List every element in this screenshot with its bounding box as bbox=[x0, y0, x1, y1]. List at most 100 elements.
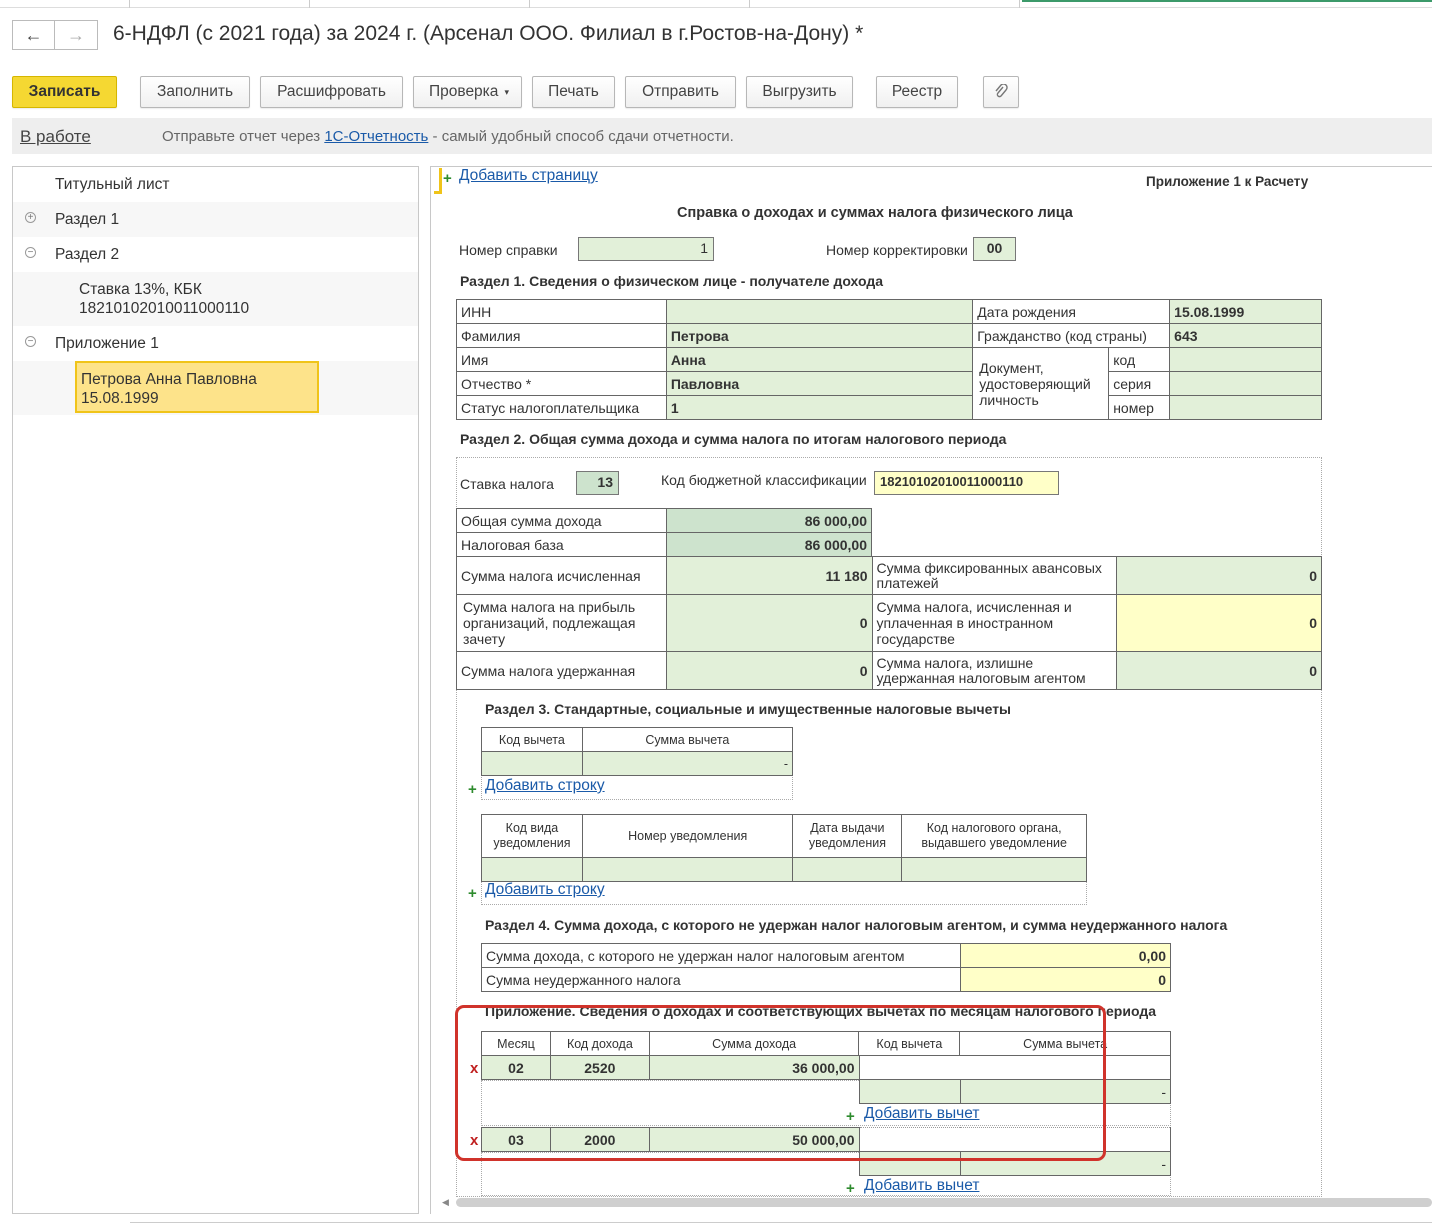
check-dropdown-button[interactable]: Проверка ▾ bbox=[413, 76, 522, 108]
forward-icon[interactable]: → bbox=[55, 20, 98, 50]
tab[interactable] bbox=[750, 0, 1020, 8]
fixed-advance-field[interactable]: 0 bbox=[1116, 556, 1322, 595]
correction-number-field[interactable]: 00 bbox=[973, 237, 1016, 261]
total-income-field[interactable]: 86 000,00 bbox=[665, 508, 873, 533]
total-income-label: Общая сумма дохода bbox=[456, 508, 667, 533]
tax-rate-field[interactable]: 13 bbox=[576, 471, 619, 495]
surname-field[interactable]: Петрова bbox=[665, 323, 974, 348]
notice-number-cell[interactable] bbox=[581, 857, 794, 882]
export-button[interactable]: Выгрузить bbox=[746, 76, 853, 108]
status-message-suffix: - самый удобный способ сдачи отчетности. bbox=[428, 128, 734, 145]
fill-button[interactable]: Заполнить bbox=[140, 76, 250, 108]
doc-number-label: номер bbox=[1108, 395, 1171, 420]
tab[interactable] bbox=[130, 0, 310, 8]
notheld-income-field[interactable]: 0,00 bbox=[960, 943, 1171, 968]
tax-rate-label: Ставка налога bbox=[460, 476, 554, 492]
name-field[interactable]: Анна bbox=[665, 347, 974, 372]
horizontal-scrollbar[interactable] bbox=[456, 1198, 1432, 1207]
tax-withheld-field[interactable]: 0 bbox=[665, 651, 873, 690]
notice-kind-cell[interactable] bbox=[481, 857, 583, 882]
navigation-buttons: ← → bbox=[12, 20, 98, 50]
send-button[interactable]: Отправить bbox=[625, 76, 736, 108]
tree-item-person-selected[interactable]: Петрова Анна Павловна 15.08.1999 bbox=[75, 361, 319, 413]
doc-series-field[interactable] bbox=[1169, 371, 1322, 396]
attachment-button[interactable] bbox=[983, 76, 1019, 108]
save-button[interactable]: Записать bbox=[12, 76, 117, 108]
inn-field[interactable] bbox=[665, 299, 974, 324]
tree-item-label: 15.08.1999 bbox=[81, 390, 159, 407]
tax-base-field[interactable]: 86 000,00 bbox=[665, 532, 873, 557]
notheld-income-label: Сумма дохода, с которого не удержан нало… bbox=[480, 943, 962, 968]
citizenship-field[interactable]: 643 bbox=[1169, 323, 1322, 348]
foreign-tax-field[interactable]: 0 bbox=[1116, 594, 1322, 652]
page-corner-marker bbox=[434, 168, 442, 194]
name-label: Имя bbox=[456, 347, 667, 372]
patronymic-field[interactable]: Павловна bbox=[665, 371, 974, 396]
notice-tax-office-cell[interactable] bbox=[901, 857, 1087, 882]
decode-button[interactable]: Расшифровать bbox=[260, 76, 403, 108]
registry-button[interactable]: Реестр bbox=[876, 76, 958, 108]
profit-tax-offset-field[interactable]: 0 bbox=[665, 594, 873, 652]
kbk-field[interactable]: 18210102010011000110 bbox=[874, 471, 1059, 495]
paperclip-icon bbox=[995, 84, 1008, 98]
patronymic-label: Отчество * bbox=[456, 371, 667, 396]
cert-number-field[interactable]: 1 bbox=[578, 237, 714, 261]
back-icon[interactable]: ← bbox=[12, 20, 55, 50]
tax-withheld-label: Сумма налога удержанная bbox=[456, 651, 667, 690]
doc-number-field[interactable] bbox=[1169, 395, 1322, 420]
collapse-icon[interactable]: − bbox=[25, 247, 36, 258]
deduction-sum-cell[interactable]: - bbox=[581, 751, 794, 776]
section1-title: Раздел 1. Сведения о физическом лице - п… bbox=[460, 273, 884, 289]
deduction-code-cell[interactable] bbox=[481, 751, 583, 776]
tree-item-section2[interactable]: − Раздел 2 bbox=[13, 237, 418, 272]
notheld-tax-label: Сумма неудержанного налога bbox=[480, 967, 962, 992]
form-heading: Справка о доходах и суммах налога физиче… bbox=[677, 205, 1073, 221]
notice-number-header: Номер уведомления bbox=[581, 814, 794, 858]
window-title: 6-НДФЛ (с 2021 года) за 2024 г. (Арсенал… bbox=[113, 22, 864, 45]
tax-calculated-field[interactable]: 11 180 bbox=[665, 556, 873, 595]
1c-reporting-link[interactable]: 1С-Отчетность bbox=[324, 128, 428, 145]
income-table: Общая сумма дохода 86 000,00 Налоговая ба… bbox=[456, 508, 873, 557]
tax-base-label: Налоговая база bbox=[456, 532, 667, 557]
add-notice-row-link[interactable]: Добавить строку bbox=[485, 881, 605, 899]
scroll-left-icon[interactable]: ◀ bbox=[442, 1197, 449, 1208]
sections-tree: Титульный лист + Раздел 1 − Раздел 2 Ставк… bbox=[12, 166, 419, 1214]
tree-item-title-sheet[interactable]: Титульный лист bbox=[13, 167, 418, 202]
doc-code-field[interactable] bbox=[1169, 347, 1322, 372]
taxpayer-status-label: Статус налогоплательщика bbox=[456, 395, 667, 420]
notice-date-cell[interactable] bbox=[792, 857, 903, 882]
tab-strip bbox=[0, 0, 1432, 8]
tree-item-section1[interactable]: + Раздел 1 bbox=[13, 202, 418, 237]
tax-excess-withheld-field[interactable]: 0 bbox=[1116, 651, 1322, 690]
section3-title: Раздел 3. Стандартные, социальные и имущ… bbox=[485, 701, 1012, 717]
tree-item-rate-kbk[interactable]: Ставка 13%, КБК 18210102010011000110 bbox=[13, 272, 418, 326]
notices-table: Код вида уведомления Номер уведомления Дат… bbox=[481, 814, 1087, 882]
taxpayer-status-field[interactable]: 1 bbox=[665, 395, 974, 420]
doc-series-label: серия bbox=[1108, 371, 1171, 396]
doc-code-label: код bbox=[1108, 347, 1171, 372]
print-button[interactable]: Печать bbox=[532, 76, 615, 108]
tax-excess-withheld-label: Сумма налога, излишне удержанная налогов… bbox=[871, 651, 1118, 690]
id-document-label: Документ, удостоверяющий личность bbox=[972, 347, 1110, 420]
tree-item-appendix1[interactable]: − Приложение 1 bbox=[13, 326, 418, 361]
status-state-link[interactable]: В работе bbox=[20, 127, 91, 147]
tab[interactable] bbox=[530, 0, 750, 8]
expand-icon[interactable]: + bbox=[25, 212, 36, 223]
add-icon: + bbox=[468, 781, 477, 798]
correction-number-label: Номер корректировки bbox=[826, 242, 968, 258]
add-icon: + bbox=[443, 170, 452, 187]
tree-item-label: Петрова Анна Павловна bbox=[81, 371, 257, 388]
tab[interactable] bbox=[0, 0, 130, 8]
add-page-link[interactable]: Добавить страницу bbox=[459, 167, 598, 185]
birth-date-field[interactable]: 15.08.1999 bbox=[1169, 299, 1322, 324]
notheld-tax-field[interactable]: 0 bbox=[960, 967, 1171, 992]
status-bar: В работе Отправьте отчет через 1С-Отчетн… bbox=[12, 118, 1432, 154]
status-message: Отправьте отчет через 1С-Отчетность - са… bbox=[162, 128, 734, 145]
collapse-icon[interactable]: − bbox=[25, 336, 36, 347]
surname-label: Фамилия bbox=[456, 323, 667, 348]
tab[interactable] bbox=[310, 0, 530, 8]
add-deduction-row-link[interactable]: Добавить строку bbox=[485, 777, 605, 795]
tree-item-label: Приложение 1 bbox=[55, 335, 159, 352]
kbk-label: Код бюджетной классификации bbox=[661, 472, 867, 488]
add-deduction-link[interactable]: Добавить вычет bbox=[864, 1177, 979, 1195]
